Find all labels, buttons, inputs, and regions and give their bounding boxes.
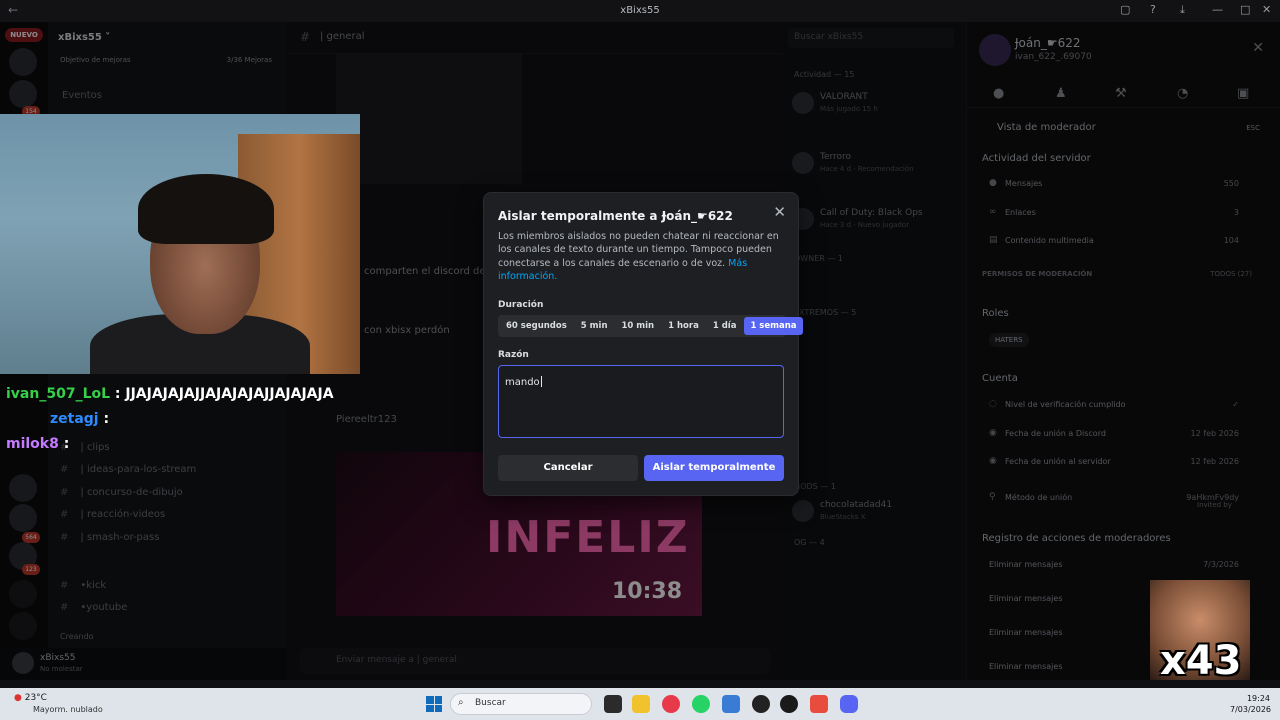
reason-textarea[interactable]: mando	[498, 365, 784, 438]
chat-user: zetagj	[50, 411, 99, 427]
chat-text: : JJAJAJAJAJJAJAJAJAJJAJAJAJA	[110, 386, 334, 402]
file-explorer-icon[interactable]	[632, 695, 650, 713]
weather-temp[interactable]: ● 23°C	[14, 693, 47, 703]
emote-counter: x43	[1160, 638, 1242, 684]
timeout-modal: Aislar temporalmente a Ɉoán_☛622 ✕ Los m…	[483, 192, 803, 496]
duration-option[interactable]: 1 hora	[662, 317, 705, 335]
reason-value-wrap: mando	[505, 376, 542, 388]
webcam-overlay	[0, 114, 360, 374]
duration-option[interactable]: 60 segundos	[500, 317, 573, 335]
weather-icon: ●	[14, 693, 22, 703]
timeout-confirm-button[interactable]: Aislar temporalmente	[644, 455, 784, 481]
weather-temp-text: 23°C	[24, 693, 47, 703]
duration-option-selected[interactable]: 1 semana	[744, 317, 803, 335]
reason-label: Razón	[498, 350, 529, 360]
taskbar-search-placeholder: Buscar	[475, 698, 506, 708]
clock-date: 7/03/2026	[1230, 705, 1272, 714]
clock-time: 19:24	[1246, 694, 1270, 703]
obs-icon[interactable]	[752, 695, 770, 713]
minimize-button[interactable]: —	[1212, 3, 1223, 16]
modal-title: Aislar temporalmente a Ɉoán_☛622	[498, 209, 733, 223]
reason-value: mando	[505, 377, 540, 388]
stream-chat-line: ivan_507_LoL : JJAJAJAJAJJAJAJAJAJJAJAJA…	[6, 386, 334, 402]
cancel-button[interactable]: Cancelar	[498, 455, 638, 481]
opera-icon[interactable]	[662, 695, 680, 713]
maximize-button[interactable]: □	[1240, 3, 1250, 16]
help-icon[interactable]: ?	[1150, 3, 1156, 16]
duration-selector: 60 segundos 5 min 10 min 1 hora 1 día 1 …	[498, 315, 803, 337]
taskbar: ● 23°C Mayorm. nublado ⌕ Buscar 19:24 7/…	[0, 688, 1280, 720]
chat-text: :	[98, 411, 110, 427]
emote-overlay: x43	[1150, 580, 1250, 684]
duration-option[interactable]: 5 min	[575, 317, 614, 335]
chat-user: milok8	[6, 436, 59, 452]
stream-chat-line: zetagj :	[50, 411, 109, 427]
notepad-icon[interactable]	[722, 695, 740, 713]
discord-icon[interactable]	[840, 695, 858, 713]
close-window-button[interactable]: ✕	[1262, 3, 1271, 16]
title-bar: ← xBixs55 ▢ ? ⤓ — □ ✕	[0, 0, 1280, 22]
taskbar-search[interactable]: ⌕ Buscar	[450, 693, 592, 715]
duration-label: Duración	[498, 300, 544, 310]
duration-option[interactable]: 1 día	[707, 317, 743, 335]
inbox-icon[interactable]: ▢	[1120, 3, 1130, 16]
close-icon[interactable]: ✕	[773, 203, 786, 221]
chat-text: :	[58, 436, 70, 452]
xbox-icon[interactable]	[780, 695, 798, 713]
window-title: xBixs55	[620, 5, 660, 16]
app-icon[interactable]	[810, 695, 828, 713]
webcam-hair	[138, 174, 274, 244]
duration-option[interactable]: 10 min	[616, 317, 661, 335]
chat-user: ivan_507_LoL	[6, 386, 111, 402]
system-clock[interactable]: 19:24 7/03/2026	[1230, 693, 1272, 715]
download-icon[interactable]: ⤓	[1180, 3, 1185, 17]
modal-description: Los miembros aislados no pueden chatear …	[498, 230, 788, 283]
windows-start-icon[interactable]	[426, 696, 442, 712]
whatsapp-icon[interactable]	[692, 695, 710, 713]
text-caret	[540, 376, 542, 387]
screen: ← xBixs55 ▢ ? ⤓ — □ ✕ NUEVO 154 564 123 …	[0, 0, 1280, 720]
weather-desc: Mayorm. nublado	[33, 705, 103, 714]
task-view-icon[interactable]	[604, 695, 622, 713]
search-icon: ⌕	[458, 697, 464, 708]
stream-chat-line: milok8 :	[6, 436, 69, 452]
